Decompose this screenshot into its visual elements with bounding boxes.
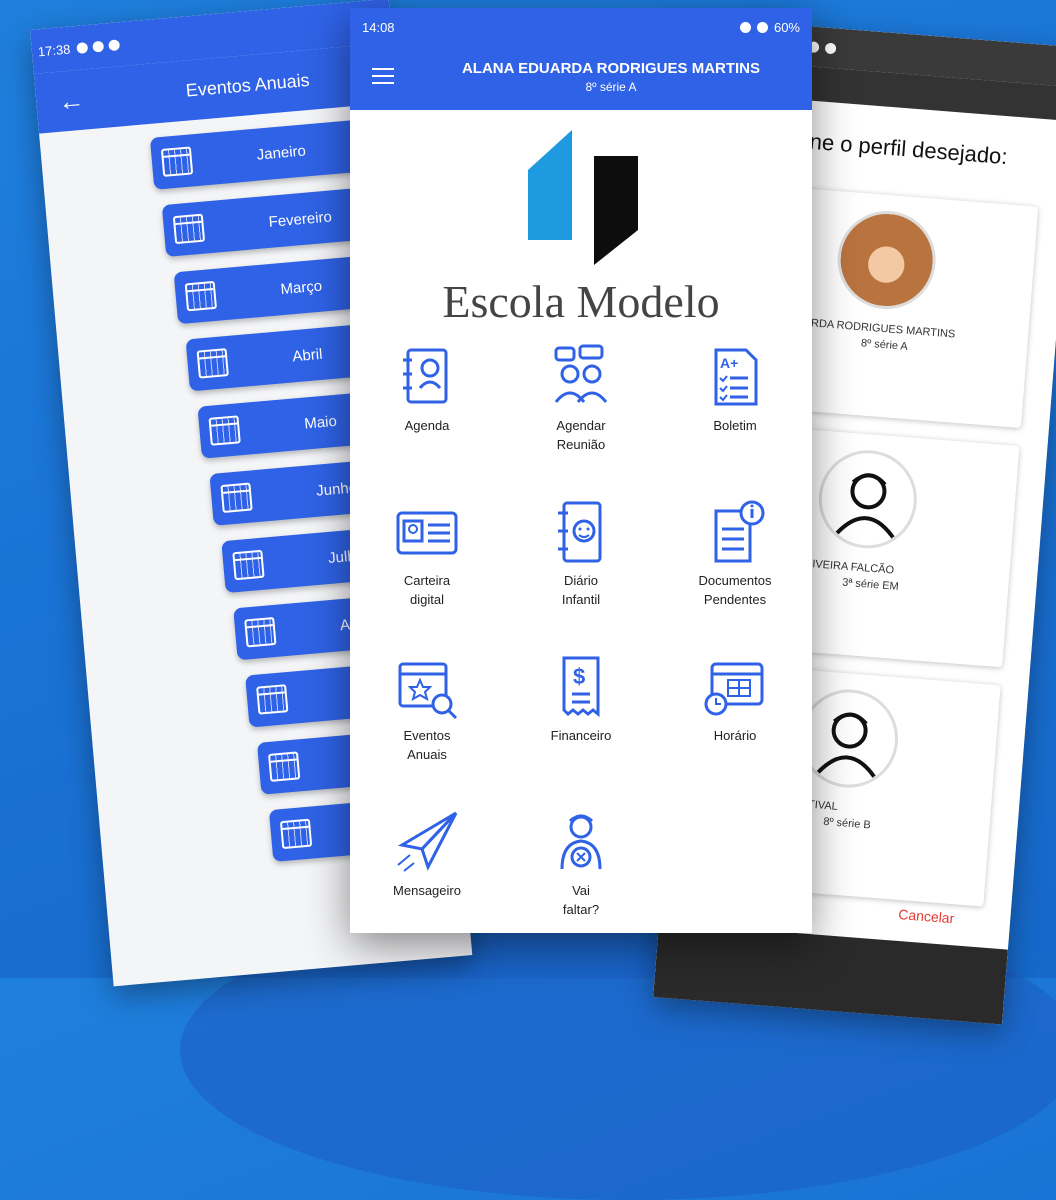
status-icons: 60% [739,19,800,35]
menu-item[interactable]: Agenda [350,340,504,495]
avatar [833,207,940,313]
calendar-star-icon [398,662,458,720]
child-diary-icon [558,501,602,563]
profile-class: 3ª série EM [841,576,900,593]
menu-item-label: Diário Infantil [561,573,601,607]
app-header: ALANA EDUARDA RODRIGUES MARTINS 8º série… [350,46,812,110]
month-label: Abril [291,345,324,365]
calendar-icon [196,348,229,379]
profile-class: 8º série B [822,815,872,832]
back-arrow-icon[interactable]: ← [57,84,90,117]
month-label: Maio [303,412,338,433]
avatar-placeholder-icon [796,685,902,792]
calendar-icon [279,818,313,850]
menu-item-label: Horário [713,728,757,743]
profile-class: 8º série A [860,337,909,353]
avatar-placeholder-icon [815,446,921,552]
report-card-icon: A+ [714,348,758,406]
svg-text:A+: A+ [720,355,738,371]
menu-item-label: Mensageiro [393,883,461,898]
menu-item-label: Documentos Pendentes [698,573,772,607]
address-book-icon [403,348,448,404]
cancel-button[interactable]: Cancelar [898,906,955,926]
status-time: 14:08 [362,19,395,35]
menu-item[interactable]: Horário [658,650,812,805]
status-bar: 14:08 60% [350,8,812,46]
student-grade: 8º série A [585,80,637,94]
menu-item[interactable]: Mensageiro [350,805,504,933]
calendar-icon [172,213,206,245]
id-card-icon [396,511,458,555]
calendar-icon [244,616,277,648]
menu-item-label: Carteira digital [403,573,451,607]
student-name: ALANA EDUARDA RODRIGUES MARTINS [461,60,761,77]
menu-item-label: Boletim [713,418,757,433]
receipt-dollar-icon: $ [562,656,600,718]
calendar-icon [160,146,194,177]
battery-level: 60% [773,19,800,35]
schedule-icon [704,662,764,716]
month-label: Fevereiro [267,207,333,231]
svg-text:$: $ [573,664,585,689]
menu-item[interactable]: $ Financeiro [504,650,658,805]
menu-item[interactable]: A+ Boletim [658,340,812,495]
menu-item-label: Agendar Reunião [556,418,606,452]
calendar-icon [208,415,241,446]
menu-item[interactable]: Vai faltar? [504,805,658,933]
menu-item[interactable]: Eventos Anuais [350,650,504,805]
menu-item-label: Agenda [404,418,450,433]
school-logo: Escola Modelo [350,110,812,330]
school-logo-icon [528,130,638,265]
meeting-icon [554,344,608,403]
month-label: Março [279,277,323,298]
menu-grid: Agenda Agendar Reunião A+ Boletim Carteira d… [350,340,812,933]
calendar-icon [256,684,289,715]
paper-plane-icon [397,811,458,872]
menu-item[interactable]: Documentos Pendentes [658,495,812,650]
absence-icon [560,814,602,870]
status-time: 17:38 [37,41,71,59]
menu-item[interactable]: Agendar Reunião [504,340,658,495]
menu-item-label: Financeiro [550,728,612,743]
menu-item-label: Eventos Anuais [403,728,451,762]
calendar-icon [220,482,253,514]
phone-main-menu: 14:08 60% ALANA EDUARDA RODRIGUES MARTIN… [350,8,812,933]
calendar-icon [268,751,301,782]
status-icons [75,38,120,54]
school-name: Escola Modelo [442,276,720,327]
menu-item[interactable]: Carteira digital [350,495,504,650]
menu-item-label: Vai faltar? [562,883,600,917]
calendar-icon [232,549,265,581]
menu-item[interactable]: Diário Infantil [504,495,658,650]
calendar-icon [184,280,218,312]
month-label: Janeiro [255,141,307,164]
page-title: Eventos Anuais [184,69,311,101]
pending-documents-icon [714,500,765,563]
